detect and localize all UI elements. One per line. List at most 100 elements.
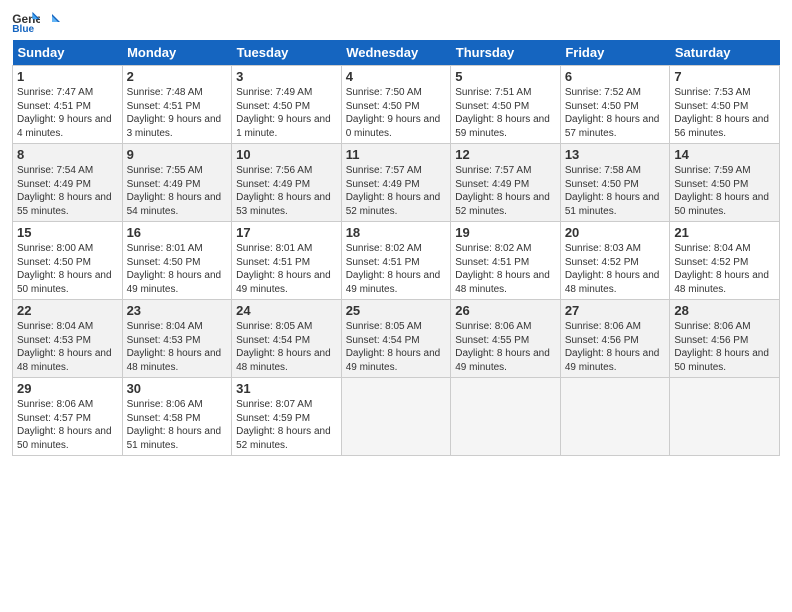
calendar-cell: 28 Sunrise: 8:06 AMSunset: 4:56 PMDayligh… (670, 300, 780, 378)
day-number: 12 (455, 147, 556, 162)
day-info: Sunrise: 8:04 AMSunset: 4:53 PMDaylight:… (127, 320, 228, 374)
day-number: 15 (17, 225, 118, 240)
calendar-cell: 1Sunrise: 7:47 AMSunset: 4:51 PMDaylight… (13, 66, 123, 144)
calendar-cell: 21 Sunrise: 8:04 AMSunset: 4:52 PMDayligh… (670, 222, 780, 300)
day-info: Sunrise: 8:04 AMSunset: 4:53 PMDaylight:… (17, 320, 118, 374)
calendar-cell: 5Sunrise: 7:51 AMSunset: 4:50 PMDaylight… (451, 66, 561, 144)
day-number: 25 (346, 303, 447, 318)
col-thursday: Thursday (451, 40, 561, 66)
calendar-cell: 29 Sunrise: 8:06 AMSunset: 4:57 PMDayligh… (13, 378, 123, 456)
day-number: 23 (127, 303, 228, 318)
calendar-cell (451, 378, 561, 456)
svg-text:Blue: Blue (12, 24, 34, 32)
day-info: Sunrise: 7:53 AMSunset: 4:50 PMDaylight:… (674, 86, 775, 140)
day-number: 26 (455, 303, 556, 318)
day-info: Sunrise: 8:06 AMSunset: 4:57 PMDaylight:… (17, 398, 118, 452)
day-info: Sunrise: 8:00 AMSunset: 4:50 PMDaylight:… (17, 242, 118, 296)
week-row-3: 15 Sunrise: 8:00 AMSunset: 4:50 PMDayligh… (13, 222, 780, 300)
day-info: Sunrise: 7:57 AMSunset: 4:49 PMDaylight:… (346, 164, 447, 218)
header: General Blue (12, 10, 780, 32)
calendar-cell (341, 378, 451, 456)
day-number: 4 (346, 69, 447, 84)
day-info: Sunrise: 8:07 AMSunset: 4:59 PMDaylight:… (236, 398, 337, 452)
day-info: Sunrise: 8:06 AMSunset: 4:58 PMDaylight:… (127, 398, 228, 452)
day-info: Sunrise: 8:01 AMSunset: 4:51 PMDaylight:… (236, 242, 337, 296)
calendar-cell: 26 Sunrise: 8:06 AMSunset: 4:55 PMDayligh… (451, 300, 561, 378)
calendar-cell: 23 Sunrise: 8:04 AMSunset: 4:53 PMDayligh… (122, 300, 232, 378)
calendar-cell: 9 Sunrise: 7:55 AMSunset: 4:49 PMDaylight… (122, 144, 232, 222)
calendar-cell: 24 Sunrise: 8:05 AMSunset: 4:54 PMDayligh… (232, 300, 342, 378)
col-sunday: Sunday (13, 40, 123, 66)
day-number: 7 (674, 69, 775, 84)
day-info: Sunrise: 7:48 AMSunset: 4:51 PMDaylight:… (127, 86, 228, 140)
col-friday: Friday (560, 40, 670, 66)
col-wednesday: Wednesday (341, 40, 451, 66)
day-info: Sunrise: 7:57 AMSunset: 4:49 PMDaylight:… (455, 164, 556, 218)
day-info: Sunrise: 8:05 AMSunset: 4:54 PMDaylight:… (346, 320, 447, 374)
day-info: Sunrise: 8:04 AMSunset: 4:52 PMDaylight:… (674, 242, 775, 296)
day-number: 9 (127, 147, 228, 162)
day-info: Sunrise: 7:50 AMSunset: 4:50 PMDaylight:… (346, 86, 447, 140)
calendar-cell: 11 Sunrise: 7:57 AMSunset: 4:49 PMDayligh… (341, 144, 451, 222)
day-info: Sunrise: 7:58 AMSunset: 4:50 PMDaylight:… (565, 164, 666, 218)
day-number: 22 (17, 303, 118, 318)
day-number: 30 (127, 381, 228, 396)
day-number: 14 (674, 147, 775, 162)
day-info: Sunrise: 8:06 AMSunset: 4:56 PMDaylight:… (674, 320, 775, 374)
calendar-cell: 10 Sunrise: 7:56 AMSunset: 4:49 PMDayligh… (232, 144, 342, 222)
day-info: Sunrise: 7:59 AMSunset: 4:50 PMDaylight:… (674, 164, 775, 218)
day-info: Sunrise: 8:05 AMSunset: 4:54 PMDaylight:… (236, 320, 337, 374)
calendar-cell: 15 Sunrise: 8:00 AMSunset: 4:50 PMDayligh… (13, 222, 123, 300)
calendar-cell: 20Sunrise: 8:03 AMSunset: 4:52 PMDayligh… (560, 222, 670, 300)
day-number: 31 (236, 381, 337, 396)
week-row-2: 8Sunrise: 7:54 AMSunset: 4:49 PMDaylight… (13, 144, 780, 222)
day-number: 11 (346, 147, 447, 162)
calendar-cell: 13 Sunrise: 7:58 AMSunset: 4:50 PMDayligh… (560, 144, 670, 222)
calendar-cell: 7 Sunrise: 7:53 AMSunset: 4:50 PMDaylight… (670, 66, 780, 144)
day-info: Sunrise: 7:56 AMSunset: 4:49 PMDaylight:… (236, 164, 337, 218)
calendar-cell: 27Sunrise: 8:06 AMSunset: 4:56 PMDayligh… (560, 300, 670, 378)
calendar-cell: 12 Sunrise: 7:57 AMSunset: 4:49 PMDayligh… (451, 144, 561, 222)
day-number: 16 (127, 225, 228, 240)
day-info: Sunrise: 8:06 AMSunset: 4:55 PMDaylight:… (455, 320, 556, 374)
calendar-cell: 17 Sunrise: 8:01 AMSunset: 4:51 PMDayligh… (232, 222, 342, 300)
day-info: Sunrise: 8:01 AMSunset: 4:50 PMDaylight:… (127, 242, 228, 296)
calendar-cell: 2Sunrise: 7:48 AMSunset: 4:51 PMDaylight… (122, 66, 232, 144)
calendar-cell: 8Sunrise: 7:54 AMSunset: 4:49 PMDaylight… (13, 144, 123, 222)
logo-wordmark (42, 13, 62, 29)
logo: General Blue (12, 10, 62, 32)
day-info: Sunrise: 7:47 AMSunset: 4:51 PMDaylight:… (17, 86, 118, 140)
day-number: 20 (565, 225, 666, 240)
calendar-cell: 6 Sunrise: 7:52 AMSunset: 4:50 PMDaylight… (560, 66, 670, 144)
day-number: 17 (236, 225, 337, 240)
calendar-cell: 30 Sunrise: 8:06 AMSunset: 4:58 PMDayligh… (122, 378, 232, 456)
week-row-1: 1Sunrise: 7:47 AMSunset: 4:51 PMDaylight… (13, 66, 780, 144)
day-number: 6 (565, 69, 666, 84)
week-row-5: 29 Sunrise: 8:06 AMSunset: 4:57 PMDayligh… (13, 378, 780, 456)
day-info: Sunrise: 7:55 AMSunset: 4:49 PMDaylight:… (127, 164, 228, 218)
day-info: Sunrise: 8:02 AMSunset: 4:51 PMDaylight:… (455, 242, 556, 296)
day-number: 5 (455, 69, 556, 84)
calendar-cell: 19Sunrise: 8:02 AMSunset: 4:51 PMDayligh… (451, 222, 561, 300)
week-row-4: 22 Sunrise: 8:04 AMSunset: 4:53 PMDayligh… (13, 300, 780, 378)
day-number: 21 (674, 225, 775, 240)
calendar-cell (670, 378, 780, 456)
day-number: 13 (565, 147, 666, 162)
calendar-cell (560, 378, 670, 456)
day-number: 8 (17, 147, 118, 162)
day-info: Sunrise: 7:52 AMSunset: 4:50 PMDaylight:… (565, 86, 666, 140)
calendar-cell: 25 Sunrise: 8:05 AMSunset: 4:54 PMDayligh… (341, 300, 451, 378)
logo-icon: General Blue (12, 10, 40, 32)
day-number: 27 (565, 303, 666, 318)
logo-bird-icon (43, 13, 61, 29)
calendar-container: General Blue (0, 0, 792, 464)
day-number: 29 (17, 381, 118, 396)
calendar-cell: 16 Sunrise: 8:01 AMSunset: 4:50 PMDayligh… (122, 222, 232, 300)
day-number: 24 (236, 303, 337, 318)
day-number: 28 (674, 303, 775, 318)
day-number: 10 (236, 147, 337, 162)
day-number: 3 (236, 69, 337, 84)
col-monday: Monday (122, 40, 232, 66)
header-row: Sunday Monday Tuesday Wednesday Thursday… (13, 40, 780, 66)
calendar-cell: 3Sunrise: 7:49 AMSunset: 4:50 PMDaylight… (232, 66, 342, 144)
